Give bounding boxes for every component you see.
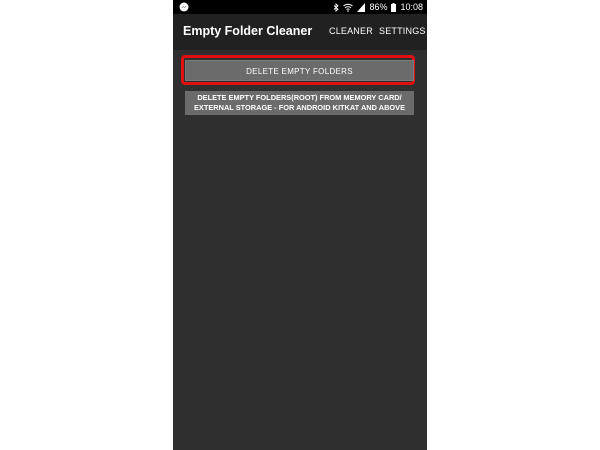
signal-icon xyxy=(357,2,366,12)
menu-cleaner[interactable]: CLEANER xyxy=(329,26,373,36)
status-time: 10:08 xyxy=(400,2,423,12)
app-title: Empty Folder Cleaner xyxy=(183,24,313,38)
page: 86% 10:08 Empty Folder Cleaner CLEANER S… xyxy=(0,0,600,450)
status-bar: 86% 10:08 xyxy=(173,0,427,14)
battery-icon xyxy=(391,2,397,12)
wifi-icon xyxy=(343,3,354,12)
menu-settings[interactable]: SETTINGS xyxy=(379,26,426,36)
battery-percent: 86% xyxy=(369,2,388,12)
delete-empty-folders-button[interactable]: DELETE EMPTY FOLDERS xyxy=(185,60,414,81)
root-button-line-2: EXTERNAL STORAGE - FOR ANDROID KITKAT AN… xyxy=(193,103,406,112)
app-bar: Empty Folder Cleaner CLEANER SETTINGS xyxy=(173,14,427,50)
status-icons: 86% 10:08 xyxy=(333,0,423,14)
bluetooth-icon xyxy=(333,2,340,12)
phone-screen: 86% 10:08 Empty Folder Cleaner CLEANER S… xyxy=(173,0,427,450)
delete-root-folders-button[interactable]: DELETE EMPTY FOLDERS(ROOT) FROM MEMORY C… xyxy=(185,91,414,115)
messenger-icon xyxy=(179,2,189,12)
root-button-line-1: DELETE EMPTY FOLDERS(ROOT) FROM MEMORY C… xyxy=(197,93,402,102)
